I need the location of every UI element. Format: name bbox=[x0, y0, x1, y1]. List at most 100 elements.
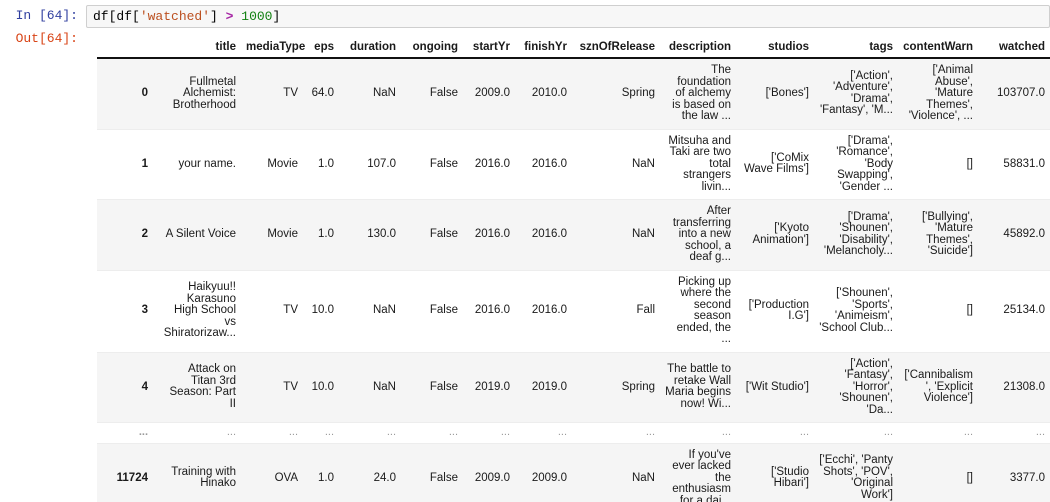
cell-finishyr: 2009.0 bbox=[515, 443, 572, 502]
cell-title: Haikyuu!! Karasuno High School vs Shirat… bbox=[155, 270, 241, 353]
cell-description: Picking up where the second season ended… bbox=[660, 270, 736, 353]
column-header-startyr: startYr bbox=[463, 40, 515, 59]
cell-ongoing: False bbox=[401, 352, 463, 423]
code-token-expr: df[df[ bbox=[93, 9, 140, 24]
cell-tags: ['Drama', 'Shounen', 'Disability', 'Mela… bbox=[814, 199, 898, 271]
column-header-watched: watched bbox=[978, 40, 1050, 59]
cell-contentwarn: [] bbox=[898, 129, 978, 200]
cell-contentwarn: ['Cannibalism', 'Explicit Violence'] bbox=[898, 352, 978, 423]
cell-title: Fullmetal Alchemist: Brotherhood bbox=[155, 58, 241, 130]
cell-tags: ['Action', 'Fantasy', 'Horror', 'Shounen… bbox=[814, 352, 898, 423]
cell-contentwarn: [] bbox=[898, 443, 978, 502]
cell-contentwarn: [] bbox=[898, 270, 978, 353]
cell-contentwarn: ['Animal Abuse', 'Mature Themes', 'Viole… bbox=[898, 58, 978, 130]
cell-tags: ['Ecchi', 'Panty Shots', 'POV', 'Origina… bbox=[814, 443, 898, 502]
column-header-duration: duration bbox=[339, 40, 401, 59]
cell-studios: ['Studio Hibari'] bbox=[736, 443, 814, 502]
cell-title: ... bbox=[155, 422, 241, 444]
dataframe-body: 0 Fullmetal Alchemist: Brotherhood TV 64… bbox=[97, 58, 1050, 502]
cell-startyr: 2016.0 bbox=[463, 129, 515, 200]
cell-startyr: 2009.0 bbox=[463, 58, 515, 130]
cell-mediatype: TV bbox=[241, 352, 303, 423]
dataframe-scroll-container[interactable]: title mediaType eps duration ongoing sta… bbox=[97, 40, 1050, 502]
table-row[interactable]: 1 your name. Movie 1.0 107.0 False 2016.… bbox=[97, 129, 1050, 200]
cell-eps: 1.0 bbox=[303, 199, 339, 271]
code-input[interactable]: df[df['watched'] > 1000] bbox=[86, 5, 1050, 28]
row-index: 2 bbox=[97, 199, 155, 271]
cell-mediatype: TV bbox=[241, 58, 303, 130]
cell-finishyr: 2010.0 bbox=[515, 58, 572, 130]
cell-mediatype: TV bbox=[241, 270, 303, 353]
cell-startyr: 2016.0 bbox=[463, 199, 515, 271]
cell-eps: ... bbox=[303, 422, 339, 444]
cell-finishyr: 2016.0 bbox=[515, 199, 572, 271]
cell-mediatype: Movie bbox=[241, 199, 303, 271]
cell-finishyr: 2016.0 bbox=[515, 129, 572, 200]
notebook-output-area: In [64]: df[df['watched'] > 1000] Out[64… bbox=[0, 0, 1050, 502]
table-row[interactable]: 2 A Silent Voice Movie 1.0 130.0 False 2… bbox=[97, 199, 1050, 271]
cell-ongoing: False bbox=[401, 58, 463, 130]
table-row[interactable]: 11724 Training with Hinako OVA 1.0 24.0 … bbox=[97, 443, 1050, 502]
table-row[interactable]: 3 Haikyuu!! Karasuno High School vs Shir… bbox=[97, 270, 1050, 353]
column-header-description: description bbox=[660, 40, 736, 59]
dataframe-header: title mediaType eps duration ongoing sta… bbox=[97, 40, 1050, 59]
cell-ongoing: False bbox=[401, 199, 463, 271]
cell-eps: 64.0 bbox=[303, 58, 339, 130]
table-row[interactable]: 0 Fullmetal Alchemist: Brotherhood TV 64… bbox=[97, 58, 1050, 130]
row-index: 1 bbox=[97, 129, 155, 200]
cell-title: Training with Hinako bbox=[155, 443, 241, 502]
row-index-ellipsis: ... bbox=[97, 422, 155, 444]
dataframe-table: title mediaType eps duration ongoing sta… bbox=[97, 40, 1050, 502]
cell-duration: ... bbox=[339, 422, 401, 444]
cell-watched: 21308.0 bbox=[978, 352, 1050, 423]
cell-sznofrelease: NaN bbox=[572, 129, 660, 200]
column-header-index bbox=[97, 40, 155, 59]
cell-studios: ['Kyoto Animation'] bbox=[736, 199, 814, 271]
cell-ongoing: False bbox=[401, 270, 463, 353]
row-index: 11724 bbox=[97, 443, 155, 502]
cell-startyr: 2009.0 bbox=[463, 443, 515, 502]
input-cell[interactable]: In [64]: df[df['watched'] > 1000] bbox=[0, 5, 1050, 29]
column-header-studios: studios bbox=[736, 40, 814, 59]
cell-studios: ['Bones'] bbox=[736, 58, 814, 130]
table-row[interactable]: 4 Attack on Titan 3rd Season: Part II TV… bbox=[97, 352, 1050, 423]
cell-description: If you've ever lacked the enthusiasm for… bbox=[660, 443, 736, 502]
cell-duration: 130.0 bbox=[339, 199, 401, 271]
cell-title: Attack on Titan 3rd Season: Part II bbox=[155, 352, 241, 423]
cell-startyr: ... bbox=[463, 422, 515, 444]
cell-watched: 103707.0 bbox=[978, 58, 1050, 130]
cell-watched: 45892.0 bbox=[978, 199, 1050, 271]
table-row-ellipsis: ... ... ... ... ... ... ... ... ... ... … bbox=[97, 422, 1050, 444]
cell-mediatype: OVA bbox=[241, 443, 303, 502]
cell-mediatype: Movie bbox=[241, 129, 303, 200]
output-prompt-label: Out[64]: bbox=[15, 31, 78, 46]
cell-watched: 58831.0 bbox=[978, 129, 1050, 200]
cell-startyr: 2019.0 bbox=[463, 352, 515, 423]
cell-sznofrelease: ... bbox=[572, 422, 660, 444]
cell-tags: ['Action', 'Adventure', 'Drama', 'Fantas… bbox=[814, 58, 898, 130]
cell-studios: ... bbox=[736, 422, 814, 444]
column-header-title: title bbox=[155, 40, 241, 59]
header-row: title mediaType eps duration ongoing sta… bbox=[97, 40, 1050, 59]
row-index: 0 bbox=[97, 58, 155, 130]
column-header-eps: eps bbox=[303, 40, 339, 59]
cell-studios: ['Wit Studio'] bbox=[736, 352, 814, 423]
column-header-finishyr: finishYr bbox=[515, 40, 572, 59]
cell-duration: NaN bbox=[339, 270, 401, 353]
cell-duration: 107.0 bbox=[339, 129, 401, 200]
cell-description: Mitsuha and Taki are two total strangers… bbox=[660, 129, 736, 200]
cell-contentwarn: ... bbox=[898, 422, 978, 444]
cell-finishyr: 2019.0 bbox=[515, 352, 572, 423]
cell-eps: 1.0 bbox=[303, 129, 339, 200]
cell-title: your name. bbox=[155, 129, 241, 200]
cell-ongoing: False bbox=[401, 443, 463, 502]
column-header-mediatype: mediaType bbox=[241, 40, 305, 59]
cell-description: After transferring into a new school, a … bbox=[660, 199, 736, 271]
cell-description: ... bbox=[660, 422, 736, 444]
cell-tags: ... bbox=[814, 422, 898, 444]
cell-eps: 10.0 bbox=[303, 352, 339, 423]
cell-eps: 10.0 bbox=[303, 270, 339, 353]
input-prompt-label: In [64]: bbox=[15, 8, 78, 23]
code-token-string: 'watched' bbox=[139, 9, 211, 24]
row-index: 4 bbox=[97, 352, 155, 423]
